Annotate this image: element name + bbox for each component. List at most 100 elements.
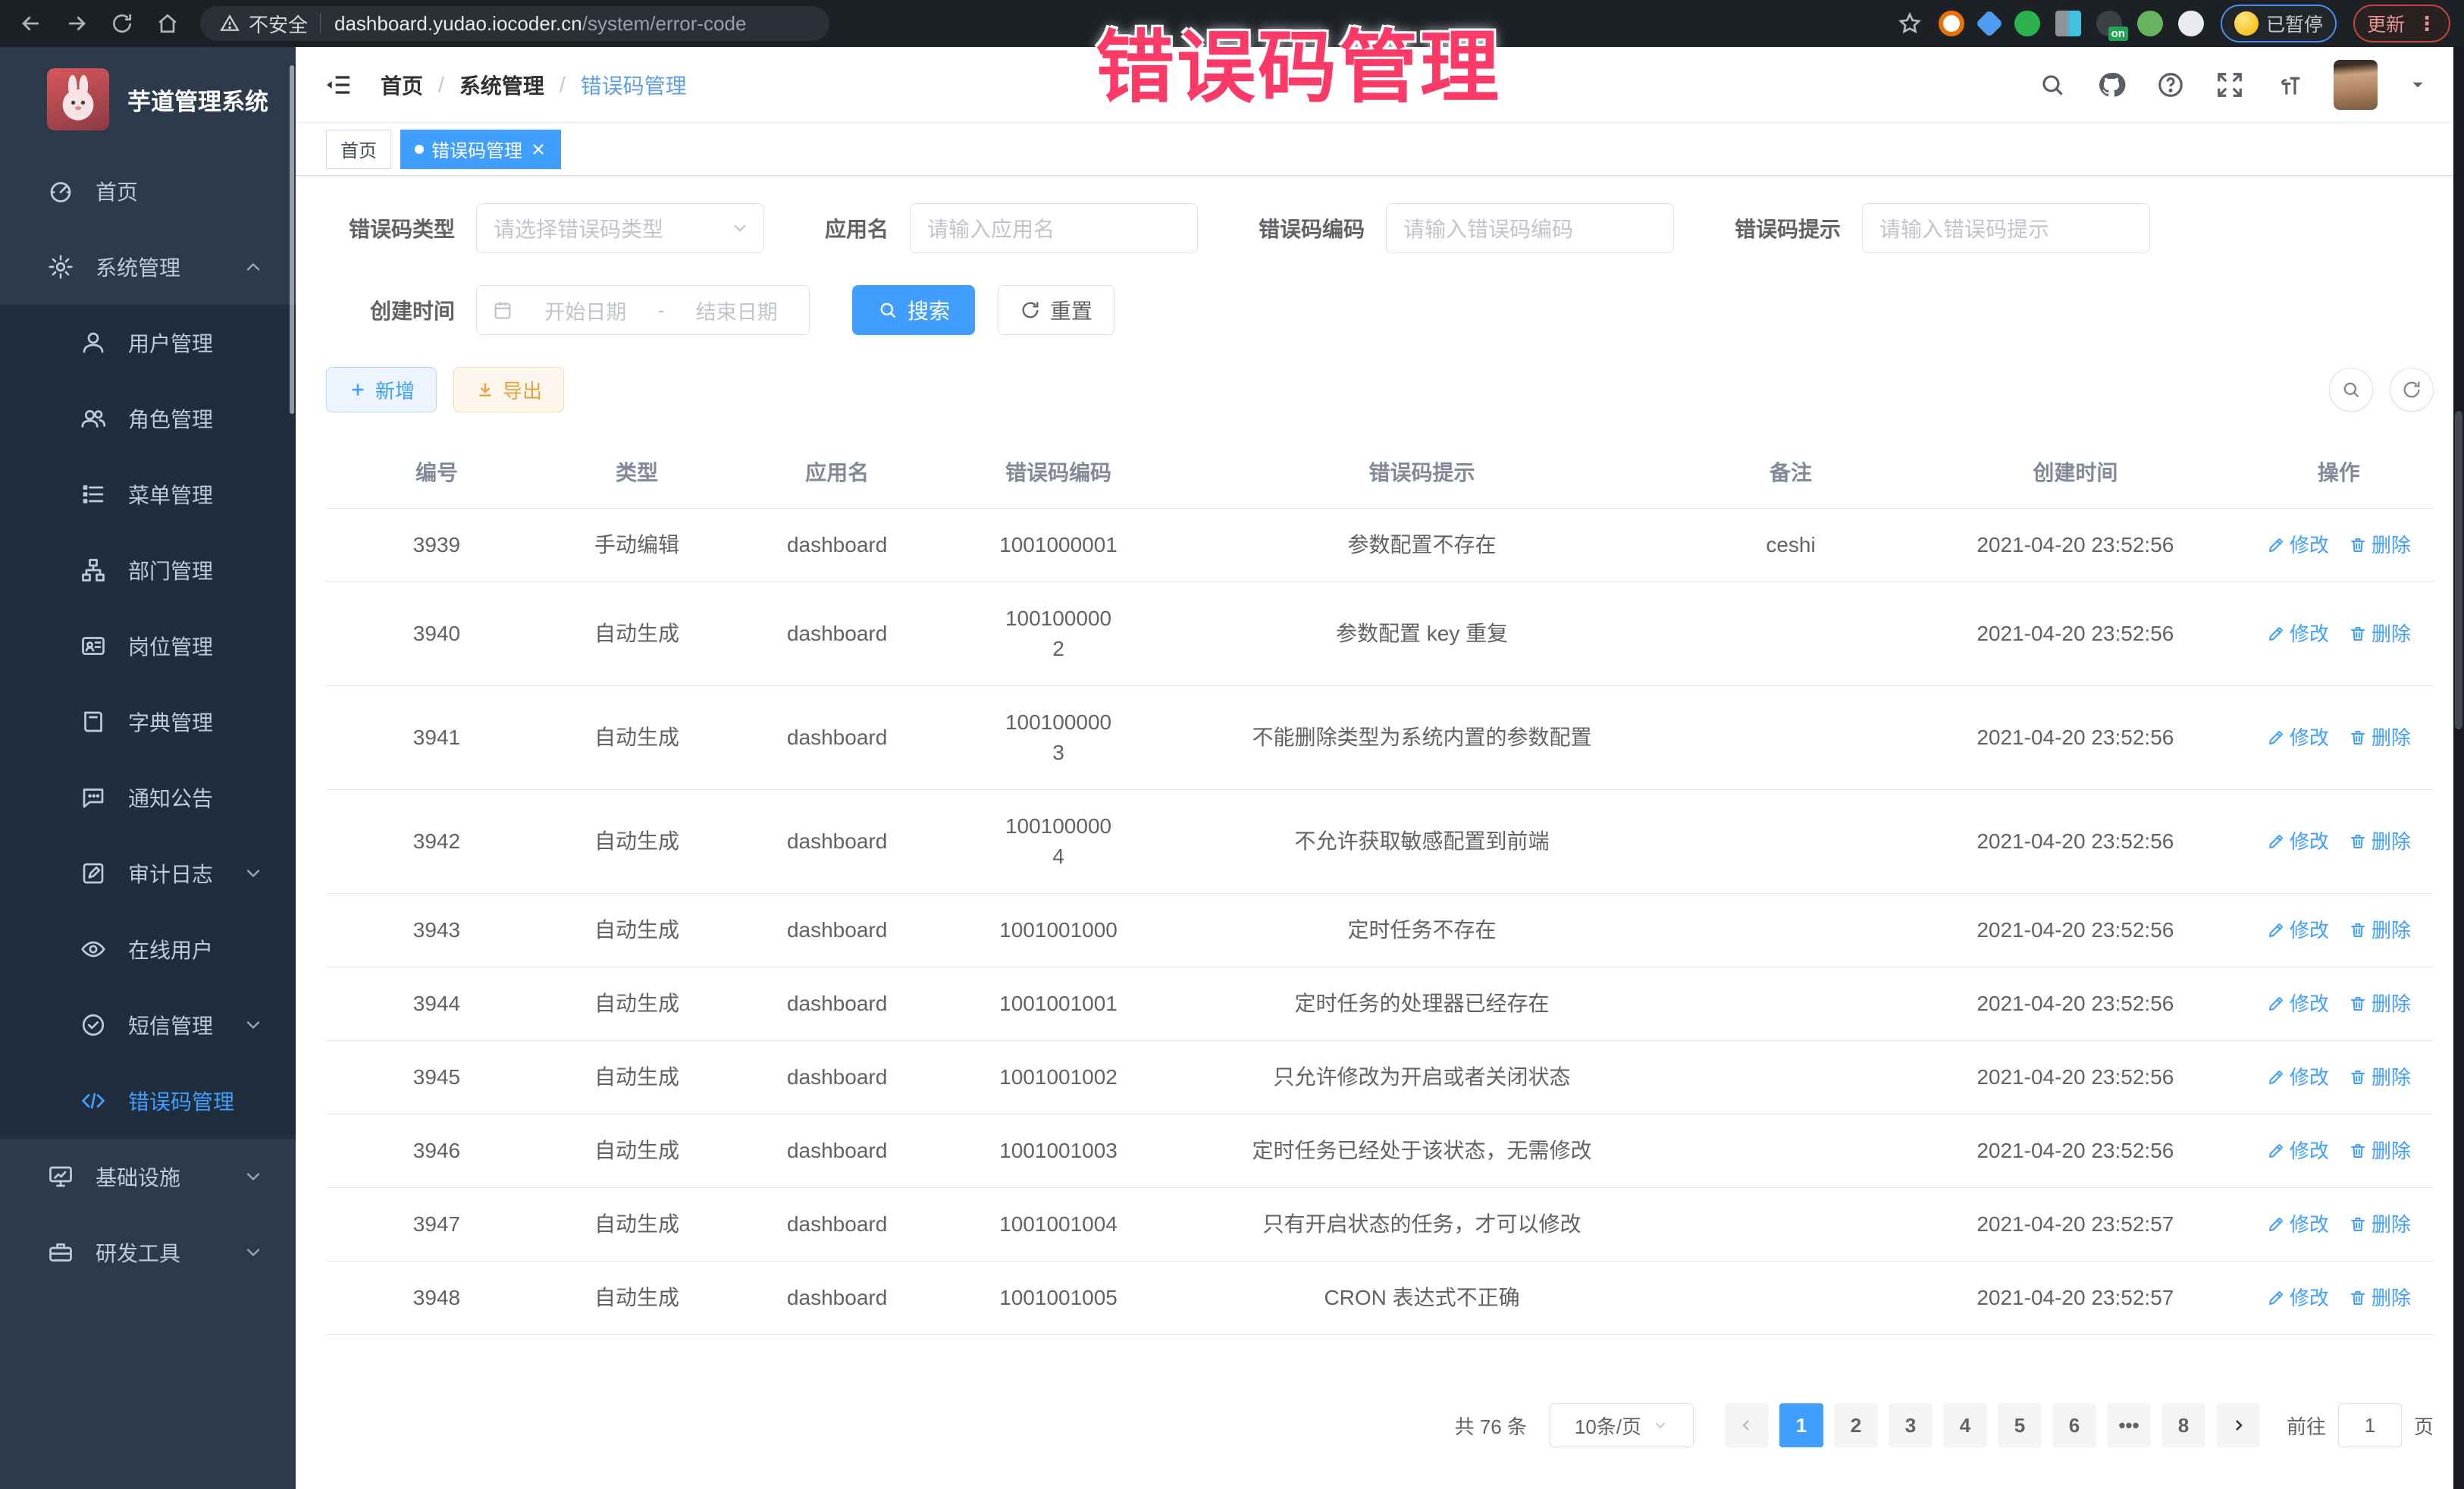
edit-link[interactable]: 修改 bbox=[2267, 1062, 2329, 1092]
date-range-picker[interactable]: 开始日期 - 结束日期 bbox=[476, 285, 810, 335]
filter-input-错误码编码[interactable]: 请输入错误码编码 bbox=[1386, 203, 1674, 253]
bookmark-star-icon[interactable] bbox=[1898, 11, 1922, 36]
delete-link[interactable]: 删除 bbox=[2349, 915, 2411, 945]
prev-page-button[interactable] bbox=[1725, 1403, 1769, 1447]
page-size-select[interactable]: 10条/页 bbox=[1550, 1403, 1694, 1447]
breadcrumb-item[interactable]: 系统管理 bbox=[459, 70, 544, 100]
edit-link[interactable]: 修改 bbox=[2267, 1209, 2329, 1240]
edit-link[interactable]: 修改 bbox=[2267, 723, 2329, 753]
extension-grid[interactable] bbox=[2055, 11, 2081, 36]
add-button[interactable]: 新增 bbox=[326, 367, 437, 412]
sidebar-item-岗位管理[interactable]: 岗位管理 bbox=[0, 608, 296, 684]
delete-link[interactable]: 删除 bbox=[2349, 1283, 2411, 1313]
delete-link[interactable]: 删除 bbox=[2349, 989, 2411, 1019]
close-icon[interactable] bbox=[530, 141, 547, 158]
sidebar-item-部门管理[interactable]: 部门管理 bbox=[0, 532, 296, 608]
browser-home-icon[interactable] bbox=[150, 6, 185, 41]
search-button[interactable]: 搜索 bbox=[852, 285, 975, 335]
delete-link[interactable]: 删除 bbox=[2349, 1062, 2411, 1092]
toggle-search-button[interactable] bbox=[2329, 368, 2373, 412]
delete-link[interactable]: 删除 bbox=[2349, 826, 2411, 857]
breadcrumb-item[interactable]: 首页 bbox=[381, 70, 423, 100]
font-size-icon[interactable] bbox=[2274, 71, 2303, 99]
extension-key[interactable] bbox=[2137, 11, 2163, 36]
edit-link[interactable]: 修改 bbox=[2267, 826, 2329, 857]
page-button-8[interactable]: 8 bbox=[2161, 1403, 2205, 1447]
delete-icon bbox=[2349, 995, 2367, 1013]
scrollbar-thumb[interactable] bbox=[2455, 411, 2462, 729]
delete-link[interactable]: 删除 bbox=[2349, 619, 2411, 649]
address-bar[interactable]: 不安全 dashboard.yudao.iocoder.cn/system/er… bbox=[200, 6, 829, 41]
fullscreen-icon[interactable] bbox=[2215, 71, 2244, 99]
extension-orange-ring[interactable] bbox=[1939, 11, 1964, 36]
table-header-row: 编号类型应用名错误码编码错误码提示备注创建时间操作 bbox=[326, 435, 2434, 509]
filter-input-错误码提示[interactable]: 请输入错误码提示 bbox=[1862, 203, 2150, 253]
edit-link[interactable]: 修改 bbox=[2267, 619, 2329, 649]
sidebar-scrollbar[interactable] bbox=[290, 65, 294, 414]
browser-update-button[interactable]: 更新 ⋮ bbox=[2353, 5, 2450, 42]
edit-link[interactable]: 修改 bbox=[2267, 915, 2329, 945]
edit-link[interactable]: 修改 bbox=[2267, 989, 2329, 1019]
sidebar-item-用户管理[interactable]: 用户管理 bbox=[0, 305, 296, 381]
browser-menu-icon[interactable]: ⋮ bbox=[2417, 12, 2437, 36]
page-button-4[interactable]: 4 bbox=[1943, 1403, 1987, 1447]
next-page-button[interactable] bbox=[2216, 1403, 2260, 1447]
sidebar-item-基础设施[interactable]: 基础设施 bbox=[0, 1139, 296, 1215]
user-avatar[interactable] bbox=[2334, 60, 2378, 110]
sidebar-item-通知公告[interactable]: 通知公告 bbox=[0, 760, 296, 835]
help-doc-icon[interactable] bbox=[2156, 71, 2185, 99]
delete-link[interactable]: 删除 bbox=[2349, 1136, 2411, 1166]
end-date-placeholder[interactable]: 结束日期 bbox=[680, 296, 795, 325]
page-ellipsis[interactable]: ••• bbox=[2107, 1403, 2151, 1447]
window-scrollbar[interactable] bbox=[2453, 47, 2464, 1489]
chevron-down-icon bbox=[243, 1166, 264, 1187]
sidebar-item-字典管理[interactable]: 字典管理 bbox=[0, 684, 296, 760]
filter-select-错误码类型[interactable]: 请选择错误码类型 bbox=[476, 203, 764, 253]
page-button-3[interactable]: 3 bbox=[1889, 1403, 1933, 1447]
page-button-6[interactable]: 6 bbox=[2052, 1403, 2096, 1447]
browser-reload-icon[interactable] bbox=[105, 6, 140, 41]
profile-paused-pill[interactable]: 已暂停 bbox=[2221, 5, 2337, 42]
add-button-label: 新增 bbox=[375, 376, 415, 404]
page-button-5[interactable]: 5 bbox=[1998, 1403, 2042, 1447]
extension-switch-on[interactable]: on bbox=[2096, 11, 2122, 36]
sidebar-item-首页[interactable]: 首页 bbox=[0, 153, 296, 229]
filter-input-应用名[interactable]: 请输入应用名 bbox=[910, 203, 1198, 253]
page-button-1[interactable]: 1 bbox=[1779, 1403, 1823, 1447]
sidebar-item-短信管理[interactable]: 短信管理 bbox=[0, 987, 296, 1063]
app-logo-row[interactable]: 芋道管理系统 bbox=[0, 47, 296, 153]
export-button[interactable]: 导出 bbox=[453, 367, 564, 412]
goto-page-input[interactable]: 1 bbox=[2338, 1403, 2402, 1447]
browser-back-icon[interactable] bbox=[14, 6, 49, 41]
sidebar-item-研发工具[interactable]: 研发工具 bbox=[0, 1215, 296, 1290]
created-time-cell: 2021-04-20 23:52:56 bbox=[1907, 790, 2244, 893]
sidebar-item-错误码管理[interactable]: 错误码管理 bbox=[0, 1063, 296, 1139]
tag-错误码管理[interactable]: 错误码管理 bbox=[400, 130, 561, 169]
tag-首页[interactable]: 首页 bbox=[326, 130, 391, 169]
sidebar-item-系统管理[interactable]: 系统管理 bbox=[0, 229, 296, 305]
refresh-table-button[interactable] bbox=[2390, 368, 2434, 412]
reset-button[interactable]: 重置 bbox=[998, 285, 1114, 335]
delete-link[interactable]: 删除 bbox=[2349, 723, 2411, 753]
sidebar-item-在线用户[interactable]: 在线用户 bbox=[0, 911, 296, 987]
extension-blue-gem[interactable] bbox=[1976, 10, 2004, 38]
sidebar-item-角色管理[interactable]: 角色管理 bbox=[0, 381, 296, 456]
edit-link[interactable]: 修改 bbox=[2267, 1136, 2329, 1166]
sidebar-item-菜单管理[interactable]: 菜单管理 bbox=[0, 456, 296, 532]
browser-forward-icon[interactable] bbox=[59, 6, 94, 41]
start-date-placeholder[interactable]: 开始日期 bbox=[528, 296, 643, 325]
delete-link[interactable]: 删除 bbox=[2349, 530, 2411, 560]
page-button-2[interactable]: 2 bbox=[1834, 1403, 1878, 1447]
sidebar-toggle-icon[interactable] bbox=[323, 70, 353, 100]
github-icon[interactable] bbox=[2097, 71, 2126, 99]
header-search-icon[interactable] bbox=[2038, 71, 2067, 99]
user-menu-caret-icon[interactable] bbox=[2408, 75, 2428, 95]
extension-puzzle[interactable] bbox=[2178, 11, 2204, 36]
sidebar-item-审计日志[interactable]: 审计日志 bbox=[0, 835, 296, 911]
delete-link[interactable]: 删除 bbox=[2349, 1209, 2411, 1240]
edit-link[interactable]: 修改 bbox=[2267, 1283, 2329, 1313]
not-secure-label[interactable]: 不安全 bbox=[249, 10, 308, 38]
extension-green-check[interactable] bbox=[2014, 11, 2040, 36]
error-code-value: 1001001002 bbox=[999, 1062, 1118, 1092]
edit-link[interactable]: 修改 bbox=[2267, 530, 2329, 560]
